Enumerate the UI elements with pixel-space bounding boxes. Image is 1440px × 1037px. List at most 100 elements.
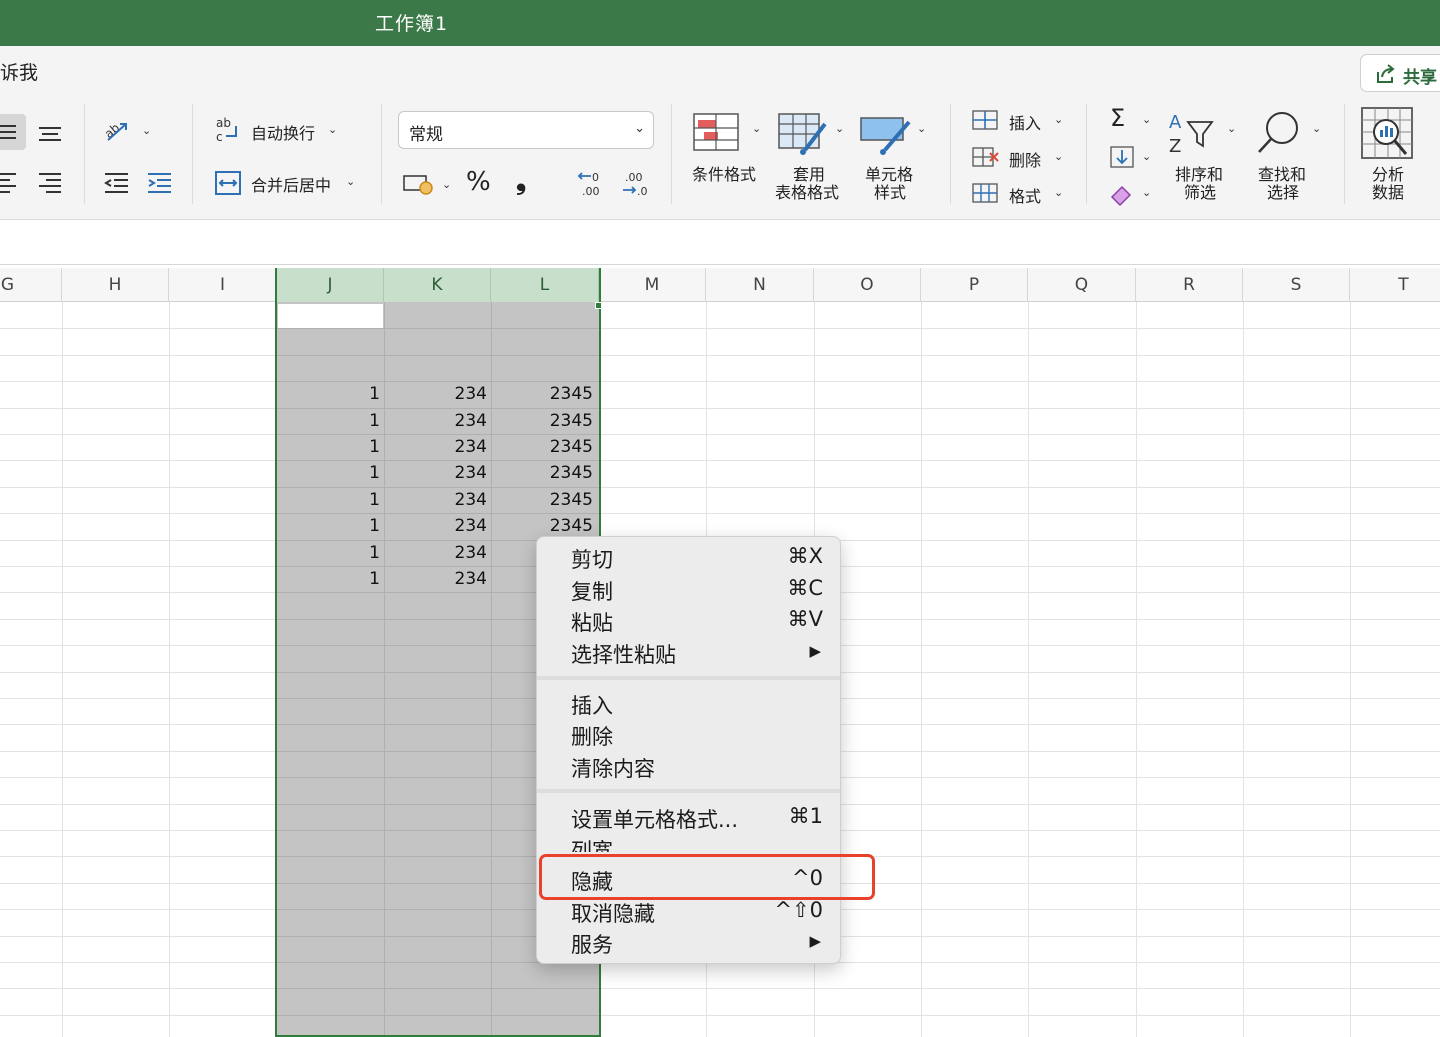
menu-item-cut[interactable]: 剪切 ⌘X: [537, 541, 840, 572]
chevron-down-icon: ⌄: [752, 122, 762, 135]
format-as-table-button[interactable]: ⌄ 套用 表格格式: [775, 110, 851, 210]
cell-l-6[interactable]: 2345: [491, 434, 597, 460]
wrap-text-button[interactable]: ab c 自动换行 ⌄: [214, 114, 364, 148]
conditional-format-button[interactable]: ⌄ 条件格式: [690, 110, 766, 210]
share-button[interactable]: 共享: [1360, 54, 1440, 92]
autosum-button[interactable]: Σ ⌄: [1108, 104, 1158, 136]
format-cells-button[interactable]: 格式 ⌄: [970, 179, 1070, 209]
merge-center-button[interactable]: 合并后居中 ⌄: [214, 166, 374, 200]
cell-k-5[interactable]: 234: [384, 408, 491, 434]
column-header-l[interactable]: L: [491, 268, 599, 302]
delete-cells-button[interactable]: 删除 ⌄: [970, 143, 1070, 173]
active-cell[interactable]: [278, 304, 383, 328]
fill-button[interactable]: ⌄: [1108, 143, 1158, 173]
cell-k-9[interactable]: 234: [384, 513, 491, 539]
column-header-h[interactable]: H: [62, 268, 169, 302]
increase-decimal-button[interactable]: 0 .00: [575, 168, 609, 200]
menu-item-copy[interactable]: 复制 ⌘C: [537, 573, 840, 604]
decrease-decimal-button[interactable]: .00 .0: [619, 168, 653, 200]
number-format-select[interactable]: 常规 ⌄: [398, 111, 654, 149]
analyze-data-button[interactable]: 分析 数据: [1358, 106, 1424, 210]
find-select-button[interactable]: ⌄ 查找和 选择: [1254, 108, 1334, 208]
merge-center-icon: [215, 171, 241, 195]
column-header-t[interactable]: T: [1350, 268, 1440, 302]
share-icon: [1377, 64, 1395, 83]
column-header-s[interactable]: S: [1243, 268, 1350, 302]
comma-style-button[interactable]: ❟: [516, 166, 526, 197]
cell-j-5[interactable]: 1: [277, 408, 384, 434]
column-header-q[interactable]: Q: [1028, 268, 1136, 302]
eraser-icon: [1110, 185, 1132, 207]
format-cells-label: 格式: [1009, 187, 1042, 206]
cell-l-5[interactable]: 2345: [491, 408, 597, 434]
ribbon-separator: [192, 104, 193, 204]
ribbon-separator: [950, 104, 951, 204]
cell-j-6[interactable]: 1: [277, 434, 384, 460]
column-header-p[interactable]: P: [921, 268, 1028, 302]
increase-indent-button[interactable]: [145, 166, 175, 198]
svg-text:c: c: [216, 130, 223, 144]
sort-filter-button[interactable]: A Z ⌄ 排序和 筛选: [1166, 108, 1246, 208]
align-top-button[interactable]: [0, 114, 26, 150]
insert-cells-icon: [972, 110, 998, 130]
orientation-button[interactable]: ab ⌄: [102, 114, 158, 148]
formula-bar[interactable]: [0, 221, 1440, 265]
accounting-format-button[interactable]: ⌄: [402, 168, 456, 202]
fill-handle[interactable]: [595, 302, 602, 309]
cell-j-4[interactable]: 1: [277, 381, 384, 407]
cell-j-7[interactable]: 1: [277, 460, 384, 486]
cell-j-11[interactable]: 1: [277, 566, 384, 592]
align-middle-button[interactable]: [36, 116, 66, 148]
align-right-button[interactable]: [36, 166, 66, 198]
wrap-text-label: 自动换行: [251, 124, 316, 143]
cell-k-11[interactable]: 234: [384, 566, 491, 592]
menu-item-column-width[interactable]: 列宽...: [537, 832, 840, 852]
cell-k-7[interactable]: 234: [384, 460, 491, 486]
clear-button[interactable]: ⌄: [1108, 179, 1158, 209]
menu-item-label: 插入: [571, 694, 613, 718]
menu-item-label: 设置单元格格式...: [571, 808, 739, 832]
column-header-j[interactable]: J: [277, 268, 384, 302]
cell-k-8[interactable]: 234: [384, 487, 491, 513]
cell-k-10[interactable]: 234: [384, 540, 491, 566]
menu-item-clear-contents[interactable]: 清除内容: [537, 750, 840, 781]
cell-k-4[interactable]: 234: [384, 381, 491, 407]
menu-item-delete[interactable]: 删除: [537, 718, 840, 749]
decrease-indent-button[interactable]: [102, 166, 132, 198]
cell-j-10[interactable]: 1: [277, 540, 384, 566]
column-header-n[interactable]: N: [706, 268, 814, 302]
menu-item-shortcut: ⌘1: [788, 804, 823, 828]
column-header-i[interactable]: I: [169, 268, 277, 302]
menu-item-shortcut: ⌘V: [787, 607, 823, 631]
cell-j-9[interactable]: 1: [277, 513, 384, 539]
column-header-k[interactable]: K: [384, 268, 491, 302]
column-header-m[interactable]: M: [599, 268, 706, 302]
submenu-arrow-icon: ▶: [809, 932, 821, 950]
column-header-g[interactable]: G: [0, 268, 62, 302]
chevron-down-icon: ⌄: [346, 175, 356, 188]
insert-cells-button[interactable]: 插入 ⌄: [970, 106, 1070, 136]
decrease-decimal-icon: .00 .0: [623, 171, 648, 198]
column-header-o[interactable]: O: [814, 268, 921, 302]
menu-item-paste[interactable]: 粘贴 ⌘V: [537, 604, 840, 635]
align-left-button[interactable]: [0, 166, 24, 198]
menu-item-format-cells[interactable]: 设置单元格格式... ⌘1: [537, 801, 840, 832]
cell-styles-button[interactable]: ⌄ 单元格 样式: [859, 110, 935, 210]
tell-me-search[interactable]: 告诉我: [0, 58, 38, 85]
conditional-format-label: 条件格式: [692, 165, 757, 184]
menu-item-paste-special[interactable]: 选择性粘贴 ▶: [537, 636, 840, 667]
menu-item-insert[interactable]: 插入: [537, 687, 840, 718]
cell-k-6[interactable]: 234: [384, 434, 491, 460]
column-header-r[interactable]: R: [1136, 268, 1243, 302]
menu-item-services[interactable]: 服务 ▶: [537, 926, 840, 957]
column-gridline: [169, 302, 170, 1037]
cell-j-8[interactable]: 1: [277, 487, 384, 513]
cell-l-8[interactable]: 2345: [491, 487, 597, 513]
cell-l-7[interactable]: 2345: [491, 460, 597, 486]
menu-separator: [537, 789, 840, 793]
number-format-value: 常规: [409, 125, 443, 145]
selected-row-gridline: [277, 355, 599, 356]
percent-style-button[interactable]: %: [466, 167, 491, 197]
selected-row-gridline: [277, 988, 599, 989]
cell-l-4[interactable]: 2345: [491, 381, 597, 407]
